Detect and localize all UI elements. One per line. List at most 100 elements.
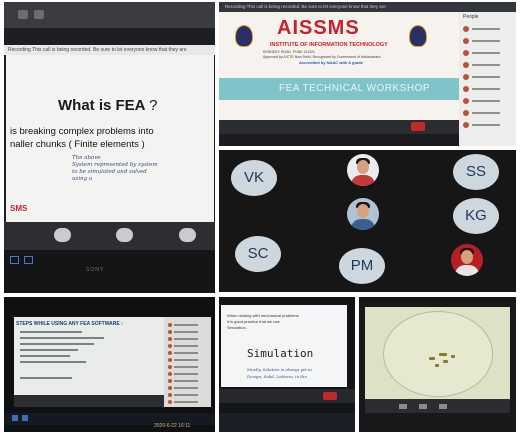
participant-name xyxy=(472,100,500,102)
participant-row[interactable] xyxy=(168,358,208,362)
taskbar-icon xyxy=(24,256,33,264)
participant-photo[interactable] xyxy=(347,198,379,230)
participant-row[interactable] xyxy=(168,365,208,369)
fea-slide: What is FEA ? is breaking complex proble… xyxy=(6,55,214,222)
participant-tile[interactable]: KG xyxy=(453,198,499,234)
participant-name xyxy=(472,112,500,114)
participant-tile[interactable]: PM xyxy=(339,248,385,284)
participant-row[interactable] xyxy=(463,98,511,104)
text-line xyxy=(20,331,82,333)
participant-row[interactable] xyxy=(168,386,208,390)
participant-row[interactable] xyxy=(463,38,511,44)
avatar xyxy=(168,323,172,327)
participant-row[interactable] xyxy=(463,74,511,80)
slide-logo: SMS xyxy=(10,204,28,213)
handwriting-line: Design, Solid, Lotteria, in the xyxy=(247,374,307,379)
participant-row[interactable] xyxy=(168,330,208,334)
participant-row[interactable] xyxy=(463,50,511,56)
accreditation: Accredited by NAAC with A grade xyxy=(299,60,363,65)
leave-call-button[interactable] xyxy=(411,122,425,131)
participant-row[interactable] xyxy=(463,26,511,32)
control-icon[interactable] xyxy=(439,404,447,409)
control-icon[interactable] xyxy=(399,404,407,409)
participant-row[interactable] xyxy=(463,122,511,128)
text-line xyxy=(20,349,78,351)
laptop-brand: SONY xyxy=(86,267,105,273)
meeting-controls xyxy=(14,395,164,407)
participant-name xyxy=(174,380,198,382)
steps-heading: STEPS WHILE USING ANY FEA SOFTWARE : xyxy=(16,321,123,327)
participant-photo[interactable] xyxy=(451,244,483,276)
participant-name xyxy=(174,338,198,340)
participant-grid: VK SS KG SC PM xyxy=(219,150,516,292)
participant-tile[interactable]: SC xyxy=(235,236,281,272)
whiteboard-photo xyxy=(359,297,516,432)
participant-row[interactable] xyxy=(168,344,208,348)
participant-name xyxy=(472,124,500,126)
drawing-mark xyxy=(451,355,455,358)
participant-tile[interactable]: SS xyxy=(453,154,499,190)
participant-photo[interactable] xyxy=(347,154,379,186)
participant-row[interactable] xyxy=(463,110,511,116)
participants-panel: People xyxy=(459,12,516,146)
handwriting-line: Mostly, Solution is always yet in xyxy=(247,367,312,372)
camera-button[interactable] xyxy=(116,228,133,242)
participant-row[interactable] xyxy=(168,323,208,327)
participant-name xyxy=(174,401,198,403)
avatar xyxy=(463,50,469,56)
recording-notice: Recording This call is being recorded. B… xyxy=(4,45,215,55)
participant-name xyxy=(174,387,198,389)
aissms-slide: AISSMS INSTITUTE OF INFORMATION TECHNOLO… xyxy=(219,12,459,134)
text-line xyxy=(20,337,104,339)
participant-row[interactable] xyxy=(168,400,208,404)
photo-face xyxy=(357,160,369,174)
college-crest-icon xyxy=(409,25,427,47)
text-line xyxy=(20,377,72,379)
avatar xyxy=(463,98,469,104)
avatar xyxy=(168,337,172,341)
taskbar-icon[interactable] xyxy=(22,415,28,421)
text-line xyxy=(20,361,86,363)
simulation-photo: When dealing with mechanical problems it… xyxy=(219,297,355,432)
participant-name xyxy=(472,28,500,30)
participant-name xyxy=(174,394,198,396)
fea-steps-photo: STEPS WHILE USING ANY FEA SOFTWARE : 202… xyxy=(4,297,215,432)
participant-row[interactable] xyxy=(168,351,208,355)
avatar xyxy=(168,365,172,369)
participant-row[interactable] xyxy=(168,393,208,397)
participant-name xyxy=(174,352,198,354)
meeting-controls xyxy=(365,399,510,413)
drawn-circle xyxy=(383,311,493,397)
participant-row[interactable] xyxy=(168,372,208,376)
participant-row[interactable] xyxy=(168,337,208,341)
share-button[interactable] xyxy=(179,228,196,242)
participant-tile[interactable]: VK xyxy=(231,160,277,196)
avatar xyxy=(168,386,172,390)
workshop-band: FEA TECHNICAL WORKSHOP xyxy=(219,78,459,100)
mic-button[interactable] xyxy=(54,228,71,242)
slide-text: it is good practice that we use xyxy=(227,319,280,324)
college-address: KENNEDY ROAD, PUNE 411001 Approved by AI… xyxy=(263,50,381,60)
participants-title: People xyxy=(463,14,479,20)
handwritten-note: The above System represented by system t… xyxy=(72,155,162,203)
leave-call-button[interactable] xyxy=(323,392,337,400)
participant-row[interactable] xyxy=(168,379,208,383)
photo-face xyxy=(357,204,369,218)
slide-line-2: naller chunks ( Finite elements ) xyxy=(10,139,145,150)
college-crest-icon xyxy=(235,25,253,47)
participant-row[interactable] xyxy=(463,86,511,92)
control-icon[interactable] xyxy=(419,404,427,409)
slide-line-1: is breaking complex problems into xyxy=(10,126,154,137)
photo-timestamp: 2020-6-22 16:11 xyxy=(154,423,191,429)
slide-title-mark: ? xyxy=(149,97,158,114)
avatar xyxy=(463,74,469,80)
drawing-mark xyxy=(443,360,448,363)
taskbar-icon[interactable] xyxy=(12,415,18,421)
participant-name xyxy=(472,40,500,42)
avatar xyxy=(168,400,172,404)
handwriting-line: System represented by system xyxy=(72,162,158,168)
avatar xyxy=(463,86,469,92)
handwriting-line: to be simulated and solved xyxy=(72,169,147,175)
participant-row[interactable] xyxy=(463,62,511,68)
avatar xyxy=(168,372,172,376)
